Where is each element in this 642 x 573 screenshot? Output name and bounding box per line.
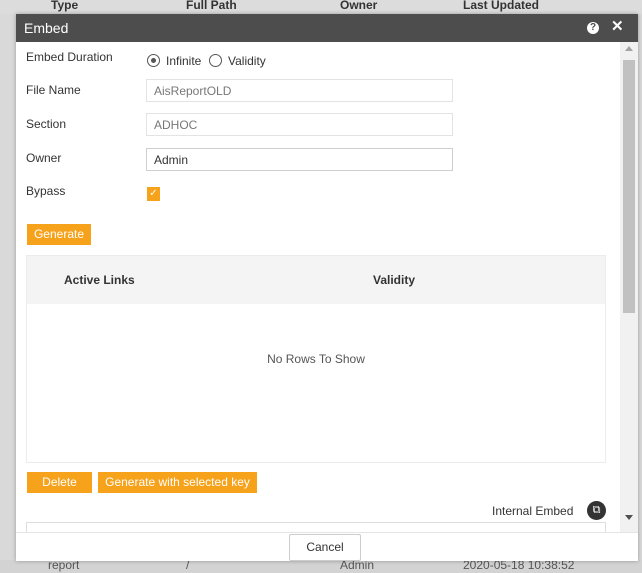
infinite-radio-label[interactable]: Infinite: [166, 54, 201, 68]
scroll-thumb[interactable]: [623, 60, 635, 313]
file-name-field[interactable]: AisReportOLD: [146, 79, 453, 102]
bypass-checkbox[interactable]: ✓: [147, 187, 160, 201]
bypass-label: Bypass: [26, 184, 66, 198]
embed-code-textarea[interactable]: [26, 522, 606, 532]
section-label: Section: [26, 117, 67, 131]
infinite-radio[interactable]: [147, 54, 160, 67]
dialog-title: Embed: [24, 20, 69, 36]
no-rows-message: No Rows To Show: [267, 352, 365, 366]
background-table-header: Type Full Path Owner Last Updated: [0, 0, 642, 14]
bg-col-last-updated: Last Updated: [463, 0, 540, 12]
generate-with-key-button[interactable]: Generate with selected key: [98, 472, 257, 493]
bg-col-full-path: Full Path: [186, 0, 237, 12]
scroll-down-arrow-icon[interactable]: [625, 515, 633, 520]
column-validity[interactable]: Validity: [373, 273, 415, 287]
section-field[interactable]: ADHOC: [146, 113, 453, 136]
dialog-title-bar: Embed ? ✕: [16, 14, 638, 42]
active-links-grid: Active Links Validity No Rows To Show: [26, 255, 606, 463]
dialog-footer: Cancel: [16, 532, 638, 561]
embed-dialog: Embed ? ✕ Embed Duration Infinite Validi…: [16, 14, 638, 561]
dialog-body: Embed Duration Infinite Validity File Na…: [16, 42, 620, 532]
background-table-row: report / Admin 2020-05-18 10:38:52: [0, 558, 642, 573]
bg-col-type: Type: [51, 0, 79, 12]
bg-col-owner: Owner: [340, 0, 378, 12]
delete-button[interactable]: Delete: [27, 472, 92, 493]
owner-field[interactable]: Admin: [146, 148, 453, 171]
column-active-links[interactable]: Active Links: [64, 273, 135, 287]
grid-header: Active Links Validity: [27, 256, 605, 304]
help-icon[interactable]: ?: [587, 22, 599, 34]
internal-embed-label: Internal Embed: [492, 504, 574, 518]
dialog-scrollbar[interactable]: [620, 42, 638, 532]
embed-duration-label: Embed Duration: [26, 50, 113, 64]
scroll-up-arrow-icon[interactable]: [625, 46, 633, 51]
generate-button[interactable]: Generate: [27, 224, 91, 245]
validity-radio[interactable]: [209, 54, 222, 67]
file-name-label: File Name: [26, 83, 81, 97]
owner-label: Owner: [26, 151, 62, 165]
close-icon[interactable]: ✕: [611, 19, 624, 35]
validity-radio-label[interactable]: Validity: [228, 54, 266, 68]
copy-icon[interactable]: ⧉: [587, 501, 606, 520]
cancel-button[interactable]: Cancel: [289, 534, 361, 561]
